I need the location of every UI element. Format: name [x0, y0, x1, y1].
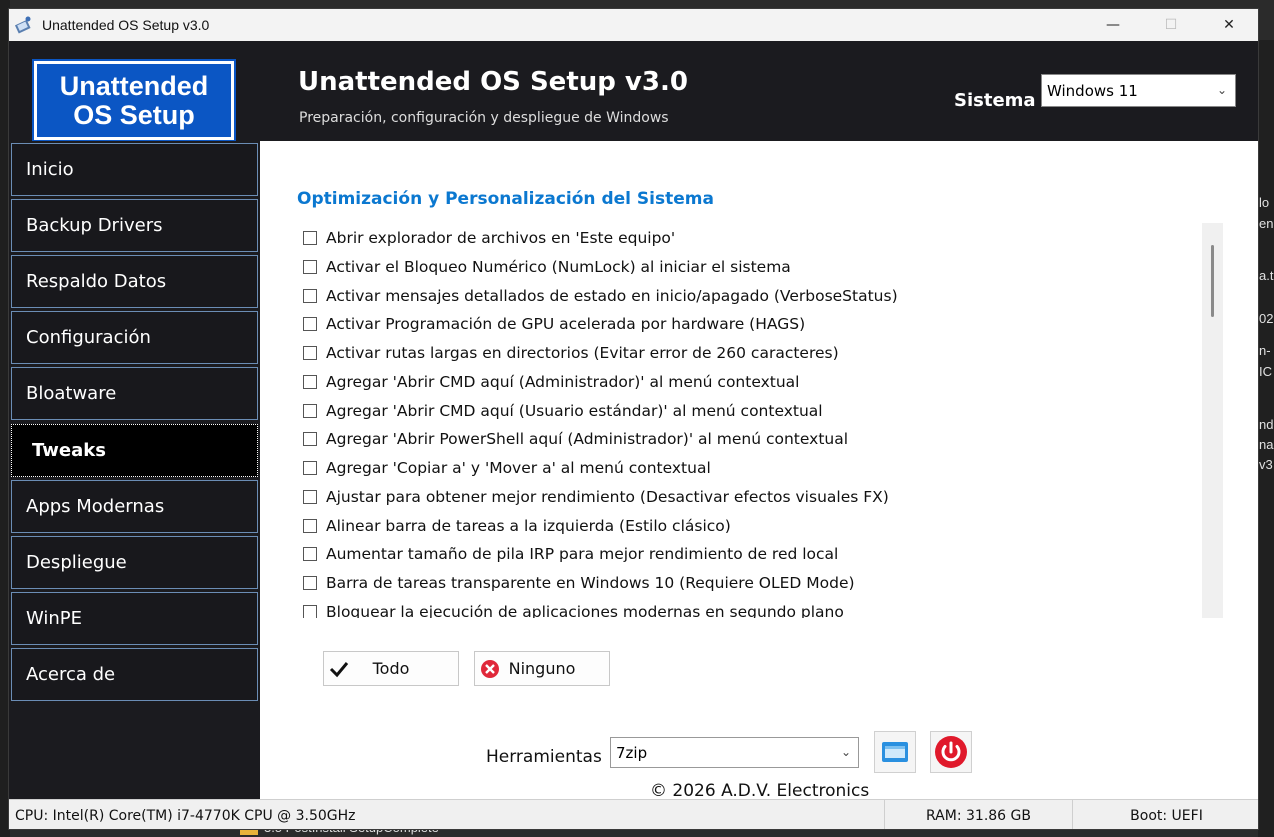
tools-select-value: 7zip	[616, 743, 648, 762]
options-list[interactable]: Abrir explorador de archivos en 'Este eq…	[297, 223, 1224, 618]
desktop-fragment: v3	[1259, 457, 1273, 472]
checkbox[interactable]	[303, 432, 317, 446]
sidebar-item-acerca-de[interactable]: Acerca de	[11, 648, 258, 701]
checkbox[interactable]	[303, 346, 317, 360]
checkbox[interactable]	[303, 605, 317, 618]
checkbox[interactable]	[303, 317, 317, 331]
cpu-status: CPU: Intel(R) Core(TM) i7-4770K CPU @ 3.…	[9, 800, 885, 829]
logo-line2: OS Setup	[73, 99, 195, 130]
sidebar: Inicio Backup Drivers Respaldo Datos Con…	[9, 141, 260, 799]
section-title: Optimización y Personalización del Siste…	[297, 189, 714, 209]
options-scrollbar[interactable]	[1202, 223, 1223, 618]
checkbox[interactable]	[303, 576, 317, 590]
power-icon	[935, 736, 967, 768]
app-logo: Unattended OS Setup	[32, 59, 236, 142]
list-item[interactable]: Activar el Bloqueo Numérico (NumLock) al…	[297, 256, 791, 278]
checkbox[interactable]	[303, 547, 317, 561]
power-button[interactable]	[930, 731, 972, 773]
chevron-down-icon: ⌄	[1216, 83, 1227, 97]
desktop-fragment: n-	[1259, 343, 1271, 358]
scrollbar-thumb[interactable]	[1211, 245, 1214, 317]
select-all-button[interactable]: Todo	[323, 651, 459, 686]
checkmark-icon	[328, 658, 350, 680]
checkbox[interactable]	[303, 461, 317, 475]
sidebar-item-tweaks[interactable]: Tweaks	[11, 424, 258, 477]
main-content: Optimización y Personalización del Siste…	[260, 141, 1258, 801]
checkbox[interactable]	[303, 404, 317, 418]
desktop-fragment: nas	[1259, 437, 1274, 452]
window-title: Unattended OS Setup v3.0	[42, 17, 210, 33]
desktop-fragment: nde	[1259, 417, 1274, 432]
checkbox[interactable]	[303, 231, 317, 245]
list-item[interactable]: Aumentar tamaño de pila IRP para mejor r…	[297, 543, 838, 565]
app-window: Unattended OS Setup v3.0 — ☐ ✕ Unattende…	[8, 8, 1259, 830]
title-bar[interactable]: Unattended OS Setup v3.0 — ☐ ✕	[9, 9, 1258, 41]
list-item[interactable]: Bloquear la ejecución de aplicaciones mo…	[297, 601, 844, 618]
desktop-fragment: lo	[1259, 195, 1270, 210]
checkbox[interactable]	[303, 260, 317, 274]
checkbox[interactable]	[303, 519, 317, 533]
app-icon	[12, 14, 34, 36]
sidebar-item-inicio[interactable]: Inicio	[11, 143, 258, 196]
list-item[interactable]: Barra de tareas transparente en Windows …	[297, 572, 855, 594]
list-item[interactable]: Agregar 'Abrir CMD aquí (Usuario estánda…	[297, 400, 823, 422]
select-none-button[interactable]: Ninguno	[474, 651, 610, 686]
desktop-fragment: a.t	[1259, 268, 1274, 283]
launch-tool-button[interactable]	[874, 731, 916, 773]
error-x-icon	[479, 658, 501, 680]
sidebar-item-configuracion[interactable]: Configuración	[11, 311, 258, 364]
sidebar-item-backup-drivers[interactable]: Backup Drivers	[11, 199, 258, 252]
app-subtitle: Preparación, configuración y despliegue …	[299, 110, 669, 126]
list-item[interactable]: Activar Programación de GPU acelerada po…	[297, 313, 805, 335]
list-item[interactable]: Agregar 'Copiar a' y 'Mover a' al menú c…	[297, 457, 711, 479]
tools-select[interactable]: 7zip ⌄	[610, 737, 859, 768]
copyright-text: © 2026 A.D.V. Electronics	[650, 781, 870, 801]
app-title: Unattended OS Setup v3.0	[298, 67, 688, 97]
logo-line1: Unattended	[59, 70, 209, 101]
list-item[interactable]: Activar mensajes detallados de estado en…	[297, 285, 898, 307]
sidebar-item-apps-modernas[interactable]: Apps Modernas	[11, 480, 258, 533]
chevron-down-icon: ⌄	[840, 745, 851, 759]
app-header: Unattended OS Setup Unattended OS Setup …	[9, 41, 1258, 142]
system-select[interactable]: Windows 11 ⌄	[1041, 74, 1236, 107]
window-app-icon	[882, 742, 908, 762]
sidebar-item-despliegue[interactable]: Despliegue	[11, 536, 258, 589]
sidebar-item-bloatware[interactable]: Bloatware	[11, 367, 258, 420]
tools-label: Herramientas	[486, 747, 602, 767]
list-item[interactable]: Alinear barra de tareas a la izquierda (…	[297, 515, 731, 537]
list-item[interactable]: Activar rutas largas en directorios (Evi…	[297, 342, 839, 364]
ram-status: RAM: 31.86 GB	[885, 800, 1073, 829]
checkbox[interactable]	[303, 490, 317, 504]
list-item[interactable]: Ajustar para obtener mejor rendimiento (…	[297, 486, 889, 508]
checkbox[interactable]	[303, 375, 317, 389]
list-item[interactable]: Abrir explorador de archivos en 'Este eq…	[297, 227, 675, 249]
boot-status: Boot: UEFI	[1130, 807, 1203, 824]
desktop-fragment: en	[1259, 216, 1274, 231]
sidebar-item-respaldo-datos[interactable]: Respaldo Datos	[11, 255, 258, 308]
sidebar-item-winpe[interactable]: WinPE	[11, 592, 258, 645]
system-label: Sistema	[954, 90, 1036, 111]
list-item[interactable]: Agregar 'Abrir CMD aquí (Administrador)'…	[297, 371, 799, 393]
system-select-value: Windows 11	[1047, 81, 1138, 100]
list-item[interactable]: Agregar 'Abrir PowerShell aquí (Administ…	[297, 428, 848, 450]
minimize-button[interactable]: —	[1084, 9, 1142, 41]
status-bar: CPU: Intel(R) Core(TM) i7-4770K CPU @ 3.…	[9, 799, 1258, 829]
checkbox[interactable]	[303, 289, 317, 303]
desktop-fragment: 026	[1259, 311, 1274, 326]
maximize-button[interactable]: ☐	[1142, 9, 1200, 41]
desktop-fragment: IC	[1259, 364, 1272, 379]
close-button[interactable]: ✕	[1200, 9, 1258, 41]
